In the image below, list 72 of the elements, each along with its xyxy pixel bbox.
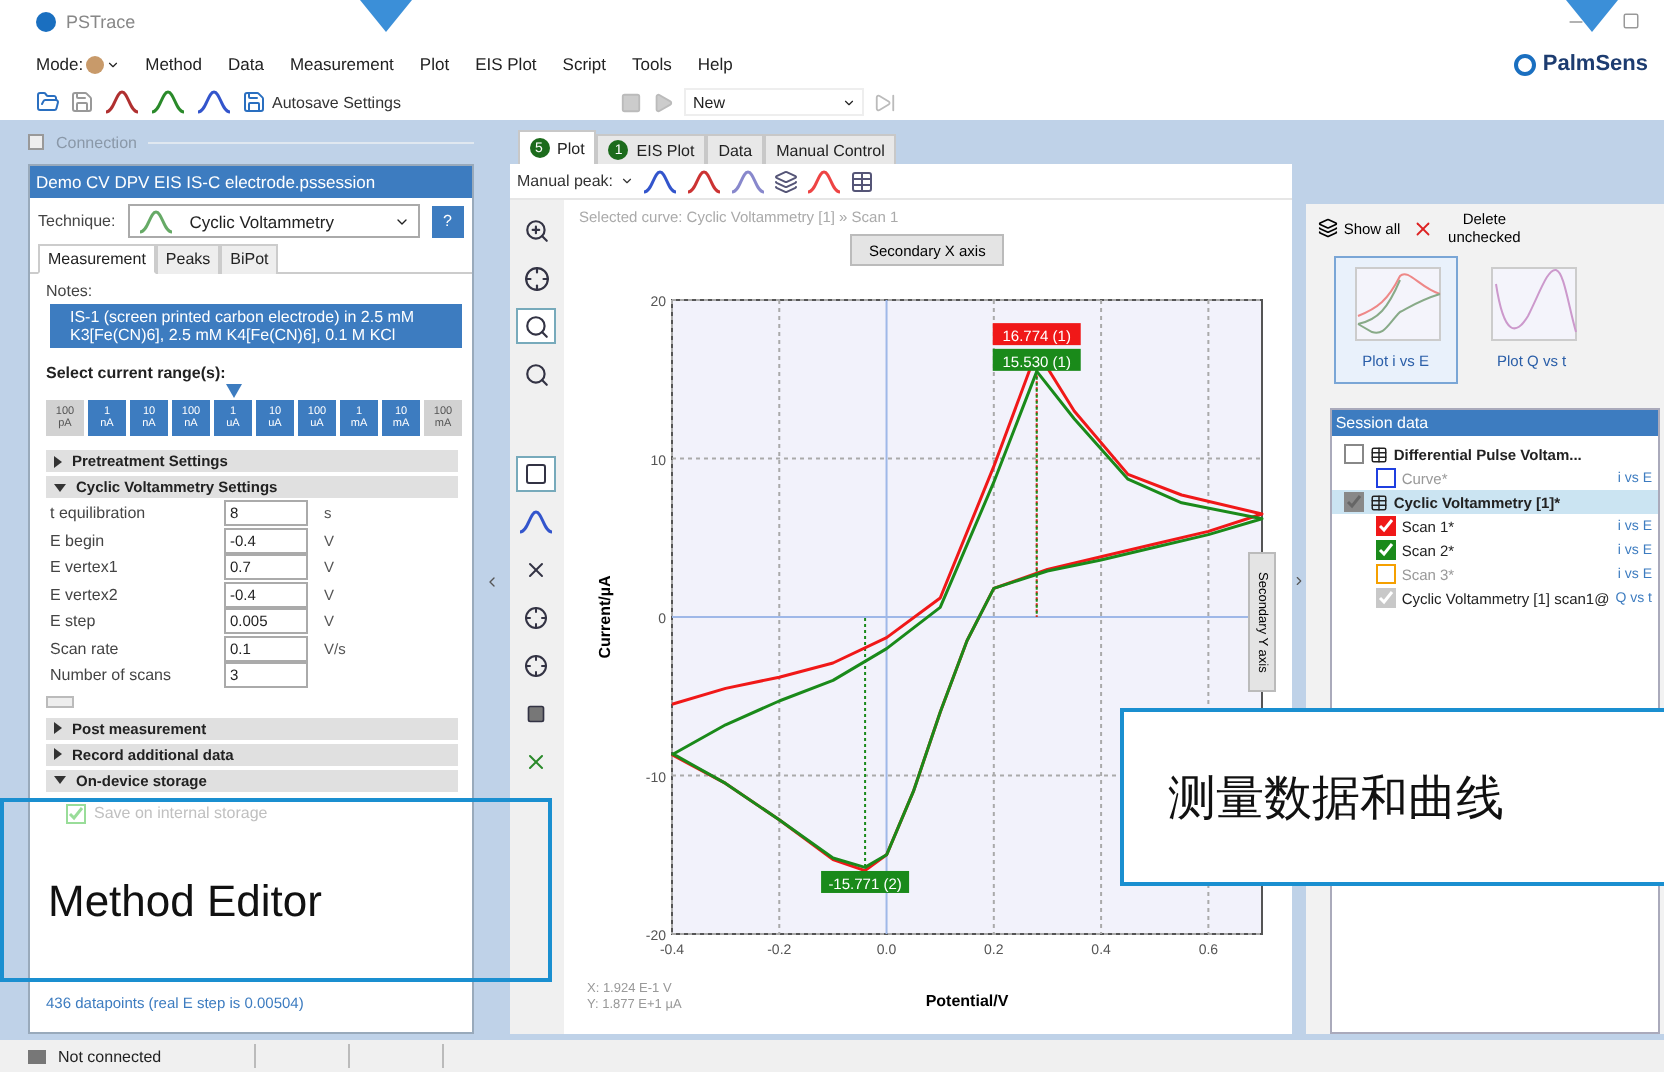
param-label: Scan rate <box>48 639 121 658</box>
expand-icon[interactable] <box>1291 574 1306 588</box>
tab[interactable]: Peaks <box>155 244 221 274</box>
notes-field[interactable]: IS-1 (screen printed carbon electrode) in 2.5 mM K3[Fe(CN)6], 2.5 mM K4[Fe(CN)6], 0.1 M KCl <box>50 304 462 348</box>
app-icon <box>36 12 56 32</box>
layers-icon <box>1317 218 1338 238</box>
peak-marker-icon[interactable] <box>805 169 842 193</box>
manual-peak-dropdown[interactable]: Manual peak: <box>517 172 634 190</box>
param-label: Number of scans <box>48 666 173 685</box>
tab[interactable]: Data <box>706 134 765 164</box>
open-icon[interactable] <box>36 90 60 114</box>
menu-item[interactable]: Measurement <box>289 54 394 74</box>
connection-icon <box>28 1049 46 1063</box>
autosave-settings-button[interactable]: Autosave Settings <box>242 90 401 114</box>
save-icon[interactable] <box>70 90 94 114</box>
add-curve-icon[interactable] <box>150 90 186 114</box>
tab[interactable]: Measurement <box>38 244 156 274</box>
layers-icon[interactable] <box>773 169 798 193</box>
checkbox[interactable] <box>1375 516 1396 536</box>
callout-pointer-icon <box>360 0 412 32</box>
add-peak-icon[interactable] <box>641 169 678 193</box>
session-file-title: Demo CV DPV EIS IS-C electrode.pssession <box>30 166 472 198</box>
peak-icon[interactable] <box>729 169 766 193</box>
callout-text: 测量数据和曲线 <box>1168 769 1504 829</box>
tab[interactable]: BiPot <box>220 244 279 274</box>
callout-text: Method Editor <box>48 876 322 928</box>
load-curve-icon[interactable] <box>104 90 140 114</box>
window-title: PSTrace <box>66 12 136 32</box>
table-icon <box>1369 445 1388 463</box>
remove-peak-icon[interactable] <box>685 169 722 193</box>
menu-item[interactable]: Data <box>227 54 264 74</box>
help-button[interactable]: ? <box>431 205 464 237</box>
mode-button[interactable]: Mode: <box>36 54 120 74</box>
technique-label: Technique: <box>38 212 116 230</box>
menu-item[interactable]: Tools <box>632 54 672 74</box>
checkbox[interactable] <box>1343 492 1364 512</box>
param-label: E step <box>48 612 98 631</box>
caret-icon <box>842 95 857 109</box>
callout-pointer-icon <box>1566 0 1618 32</box>
range-label: Select current range(s): <box>46 364 228 382</box>
notes-label: Notes: <box>46 282 95 300</box>
checkbox[interactable] <box>1343 444 1364 464</box>
menu-item[interactable]: EIS Plot <box>475 54 537 74</box>
line-icon[interactable] <box>518 510 554 534</box>
menu-item[interactable]: Help <box>697 54 733 74</box>
table-icon[interactable] <box>849 169 874 193</box>
menu-item[interactable]: Method <box>145 54 202 74</box>
technique-dropdown[interactable]: Cyclic Voltammetry <box>127 204 420 238</box>
expand-toggle[interactable] <box>28 134 44 150</box>
menu-item[interactable]: Script <box>562 54 607 74</box>
search-icon[interactable] <box>516 308 556 344</box>
table-icon <box>1369 493 1388 511</box>
y-axis-title: Current/µA <box>595 575 614 659</box>
connection-status: Not connected <box>58 1047 162 1065</box>
checkbox[interactable] <box>1375 540 1396 560</box>
maximize-icon[interactable] <box>1622 12 1640 30</box>
tab[interactable]: Manual Control <box>764 134 897 164</box>
save-curve-icon[interactable] <box>196 90 232 114</box>
x-axis-title: Potential/V <box>924 992 1008 1010</box>
menu-item[interactable]: Plot <box>419 54 450 74</box>
param-label: E vertex2 <box>48 585 120 604</box>
caret-icon <box>619 174 634 188</box>
close-icon <box>1412 217 1435 239</box>
technique-icon[interactable] <box>137 209 174 233</box>
param-label: E begin <box>48 531 107 550</box>
script-dropdown[interactable]: New <box>684 88 865 116</box>
param-label: E vertex1 <box>48 558 120 577</box>
param-label: t equilibration <box>48 504 148 523</box>
caret-icon <box>105 57 120 71</box>
session-data-title: Session data <box>1331 410 1658 436</box>
save-icon <box>242 90 266 114</box>
brand-logo: PalmSens <box>1514 52 1648 76</box>
